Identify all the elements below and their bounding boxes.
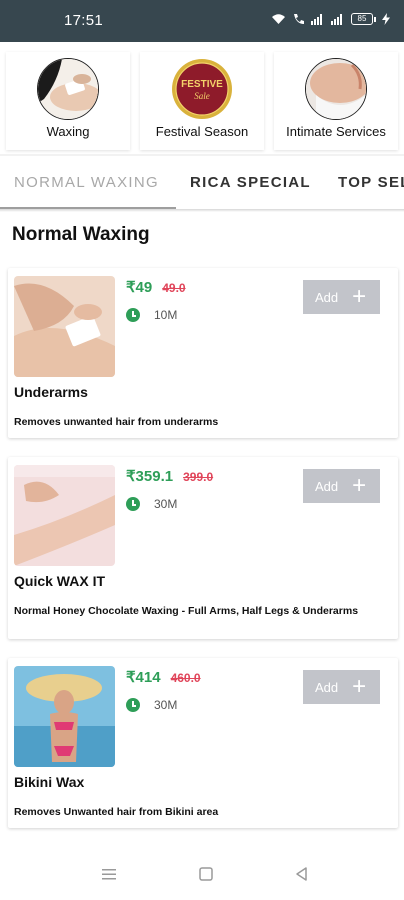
add-button[interactable]: Add + (303, 280, 380, 314)
price: ₹359.1 (126, 468, 174, 485)
category-card-intimate-services[interactable]: Intimate Services (274, 52, 398, 150)
category-card-waxing[interactable]: Waxing (6, 52, 130, 150)
signal-2-icon (331, 14, 342, 25)
old-price: 460.0 (170, 671, 201, 685)
battery-icon: 85 (351, 13, 376, 25)
duration-value: 10M (154, 308, 178, 322)
tab-rica-special[interactable]: RICA SPECIAL (190, 174, 311, 191)
category-card-festival-season[interactable]: FESTIVE Sale Festival Season (140, 52, 264, 150)
waxing-photo (37, 58, 99, 120)
wifi-icon (272, 14, 285, 24)
svg-text:Sale: Sale (194, 91, 210, 101)
home-icon[interactable] (198, 866, 214, 882)
service-card-underarms[interactable]: ₹49 49.0 10M Add + Underarms Removes unw… (8, 268, 398, 438)
price-row: ₹414 460.0 (126, 668, 201, 686)
status-time: 17:51 (64, 12, 104, 29)
category-row: Waxing FESTIVE Sale Festival Season Inti… (0, 42, 404, 154)
duration: 10M (126, 308, 177, 322)
service-name: Bikini Wax (14, 774, 85, 790)
category-label: Waxing (46, 124, 90, 139)
add-button-label: Add (315, 289, 339, 305)
tab-top-sellers[interactable]: TOP SEL (338, 174, 404, 191)
section-title: Normal Waxing (12, 224, 150, 245)
back-icon[interactable] (294, 866, 310, 882)
service-name: Quick WAX IT (14, 573, 106, 589)
service-description: Removes Unwanted hair from Bikini area (14, 806, 219, 818)
clock-icon (126, 308, 140, 322)
svg-text:FESTIVE: FESTIVE (181, 79, 223, 90)
service-list: Normal Waxing ₹49 49.0 10M Add + Underar… (0, 212, 404, 850)
volte-call-icon (294, 14, 304, 24)
clock-icon (126, 698, 140, 712)
signal-1-icon (311, 14, 322, 25)
price: ₹414 (126, 669, 161, 686)
duration-value: 30M (154, 698, 178, 712)
bikini-wax-photo (14, 666, 115, 767)
service-card-bikini-wax[interactable]: ₹414 460.0 30M Add + Bikini Wax Removes … (8, 658, 398, 828)
system-nav-bar (0, 850, 404, 900)
plus-icon: + (352, 673, 367, 700)
underarms-photo (14, 276, 115, 377)
status-bar: 17:51 85 (0, 0, 404, 42)
battery-level: 85 (351, 13, 373, 25)
price: ₹49 (126, 279, 153, 296)
intimate-services-photo (305, 58, 367, 120)
category-label: Festival Season (155, 124, 249, 139)
festive-sale-badge-icon: FESTIVE Sale (171, 58, 233, 120)
service-name: Underarms (14, 384, 88, 400)
service-card-quick-wax-it[interactable]: ₹359.1 399.0 30M Add + Quick WAX IT Norm… (8, 457, 398, 639)
old-price: 49.0 (162, 281, 186, 295)
add-button-label: Add (315, 679, 339, 695)
clock-icon (126, 497, 140, 511)
duration: 30M (126, 497, 177, 511)
duration-value: 30M (154, 497, 178, 511)
category-label: Intimate Services (286, 124, 386, 139)
tab-normal-waxing[interactable]: NORMAL WAXING (14, 174, 159, 191)
charging-icon (382, 13, 390, 25)
old-price: 399.0 (183, 470, 214, 484)
add-button[interactable]: Add + (303, 670, 380, 704)
menu-icon[interactable] (101, 866, 117, 882)
plus-icon: + (352, 472, 367, 499)
service-description: Normal Honey Chocolate Waxing - Full Arm… (14, 605, 359, 617)
service-description: Removes unwanted hair from underarms (14, 416, 219, 428)
add-button-label: Add (315, 478, 339, 494)
quick-wax-photo (14, 465, 115, 566)
status-icons: 85 (271, 13, 390, 25)
plus-icon: + (352, 283, 367, 310)
add-button[interactable]: Add + (303, 469, 380, 503)
category-tabs: NORMAL WAXING RICA SPECIAL TOP SEL (0, 156, 404, 210)
duration: 30M (126, 698, 177, 712)
price-row: ₹49 49.0 (126, 278, 186, 296)
price-row: ₹359.1 399.0 (126, 467, 213, 485)
